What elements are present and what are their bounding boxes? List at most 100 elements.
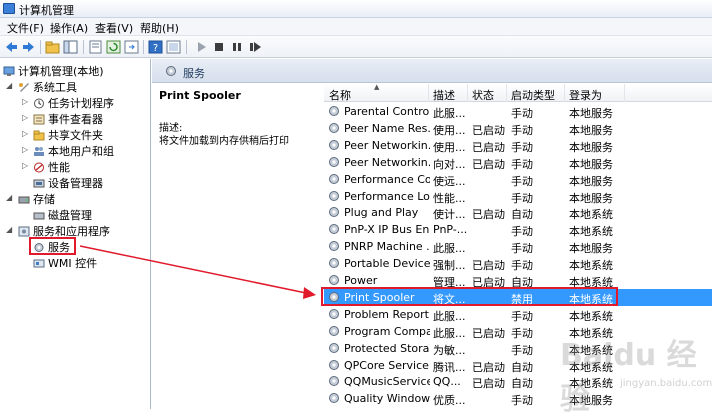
- services-apps-icon: [18, 226, 30, 237]
- cell-startup-type: 手动: [511, 157, 533, 171]
- services-highlight-box: [29, 237, 76, 255]
- cell-startup-type: 手动: [511, 394, 533, 408]
- gear-icon: [166, 66, 176, 76]
- cell-startup-type: 手动: [511, 242, 533, 256]
- service-row[interactable]: Performance Lo...性能... 手动 本地服务: [324, 188, 712, 205]
- print-spooler-highlight-box: [321, 287, 618, 306]
- service-row[interactable]: Performance Co...使远... 手动 本地服务: [324, 171, 712, 188]
- up-folder-icon[interactable]: [45, 40, 60, 54]
- cell-name: Peer Networkin...: [344, 155, 430, 169]
- tree-label: 本地用户和组: [48, 145, 114, 158]
- service-row[interactable]: PNRP Machine ... 此服... 手动 本地服务: [324, 238, 712, 255]
- cell-startup-type: 手动: [511, 225, 533, 239]
- wmi-icon: [33, 259, 45, 268]
- refresh-icon[interactable]: [106, 40, 121, 54]
- users-icon: [34, 147, 44, 156]
- clock-icon: [34, 98, 44, 109]
- tree-item-local-users[interactable]: 本地用户和组: [33, 143, 114, 158]
- tree-label: 共享文件夹: [48, 129, 103, 142]
- start-service-icon[interactable]: [194, 40, 209, 54]
- service-gear-icon: [329, 275, 339, 285]
- tree-item-disk-management[interactable]: 磁盘管理: [33, 207, 92, 222]
- tree-label: 系统工具: [33, 81, 77, 94]
- back-icon[interactable]: [4, 40, 19, 54]
- tree-item-wmi[interactable]: WMI 控件: [33, 255, 97, 270]
- column-description[interactable]: 描述: [433, 87, 455, 103]
- forward-icon[interactable]: [21, 40, 36, 54]
- menu-file[interactable]: 文件(F): [7, 20, 44, 36]
- content-header-title: 服务: [183, 67, 205, 80]
- pause-service-icon[interactable]: [230, 40, 245, 54]
- tree-item-storage[interactable]: 存储: [18, 191, 55, 206]
- column-status[interactable]: 状态: [472, 87, 494, 103]
- menu-view[interactable]: 查看(V): [95, 20, 133, 36]
- export-list-icon[interactable]: [124, 40, 139, 54]
- menu-help[interactable]: 帮助(H): [140, 20, 179, 36]
- cell-description: 性能...: [433, 191, 466, 205]
- sort-ascending-icon: ▲: [374, 84, 380, 91]
- tree-item-system-tools[interactable]: 系统工具: [18, 79, 77, 94]
- show-hide-tree-icon[interactable]: [63, 40, 78, 54]
- cell-description: 此服...: [433, 309, 466, 323]
- help-icon[interactable]: ?: [148, 40, 163, 54]
- cell-name: QQMusicService: [344, 375, 430, 389]
- tree-item-task-scheduler[interactable]: 任务计划程序: [33, 95, 114, 110]
- service-row[interactable]: Plug and Play 使计... 已启动 自动 本地系统: [324, 204, 712, 221]
- expand-arrow-icon[interactable]: ▷: [22, 129, 28, 138]
- service-row[interactable]: PnP-X IP Bus En...PnP-... 手动 本地系统: [324, 221, 712, 238]
- service-row[interactable]: Problem Report... 此服... 手动 本地系统: [324, 306, 712, 323]
- cell-startup-type: 手动: [511, 343, 533, 357]
- expand-arrow-icon[interactable]: ▷: [22, 145, 28, 154]
- watermark: Baidu 经验: [560, 338, 697, 417]
- column-name[interactable]: 名称: [329, 87, 351, 103]
- tree-item-device-manager[interactable]: 设备管理器: [33, 175, 103, 190]
- collapse-arrow-icon[interactable]: ◢: [6, 81, 12, 90]
- service-row[interactable]: Peer Name Res... 使用... 已启动 手动 本地服务: [324, 120, 712, 137]
- service-gear-icon: [329, 241, 339, 252]
- service-gear-icon: [329, 258, 339, 269]
- tree-item-event-viewer[interactable]: 事件查看器: [33, 111, 103, 126]
- cell-startup-type: 自动: [511, 208, 533, 222]
- cell-logon-as: 本地系统: [569, 208, 613, 222]
- expand-arrow-icon[interactable]: ▷: [22, 97, 28, 106]
- cell-startup-type: 手动: [511, 174, 533, 188]
- collapse-arrow-icon[interactable]: ◢: [6, 225, 12, 234]
- expand-arrow-icon[interactable]: ▷: [22, 113, 28, 122]
- column-logon-as[interactable]: 登录为: [569, 87, 602, 103]
- view-pane-icon[interactable]: [166, 40, 181, 54]
- disk-icon: [33, 212, 45, 220]
- cell-startup-type: 手动: [511, 259, 533, 273]
- cell-name: Power: [344, 274, 378, 287]
- expand-arrow-icon[interactable]: ▷: [22, 161, 28, 170]
- service-gear-icon: [329, 156, 339, 167]
- properties-icon[interactable]: [88, 40, 103, 54]
- collapse-arrow-icon[interactable]: ◢: [6, 193, 12, 202]
- cell-name: Performance Co...: [344, 172, 430, 186]
- cell-logon-as: 本地服务: [569, 191, 613, 205]
- cell-name: QPCore Service: [344, 358, 429, 372]
- tree-label: 磁盘管理: [48, 209, 92, 222]
- tree-item-services-apps[interactable]: 服务和应用程序: [18, 223, 110, 238]
- toolbar: ?: [0, 36, 712, 58]
- cell-startup-type: 手动: [511, 326, 533, 340]
- tree-item-root[interactable]: 计算机管理(本地): [3, 63, 104, 78]
- restart-service-icon[interactable]: [248, 40, 263, 54]
- menu-action[interactable]: 操作(A): [50, 20, 88, 36]
- stop-service-icon[interactable]: [212, 40, 227, 54]
- cell-startup-type: 手动: [511, 107, 533, 120]
- service-row[interactable]: Parental Controls 此服... 手动 本地服务: [324, 103, 712, 120]
- cell-description: 为敏...: [433, 343, 466, 357]
- service-gear-icon: [329, 139, 339, 150]
- service-row[interactable]: Peer Networkin... 使用... 已启动 手动 本地服务: [324, 137, 712, 154]
- tree-item-performance[interactable]: 性能: [33, 159, 70, 174]
- cell-logon-as: 本地系统: [569, 259, 613, 273]
- shared-folder-icon: [33, 130, 45, 141]
- cell-name: Protected Storage: [344, 341, 430, 355]
- service-row[interactable]: Portable Device ...强制...已启动手动本地系统: [324, 255, 712, 272]
- cell-startup-type: 手动: [511, 123, 533, 137]
- service-row[interactable]: Peer Networkin... 向对... 已启动 手动 本地服务: [324, 154, 712, 171]
- tree-item-shared-folders[interactable]: 共享文件夹: [33, 127, 103, 142]
- performance-icon: [34, 162, 44, 173]
- cell-name: Problem Report...: [344, 307, 430, 321]
- column-startup-type[interactable]: 启动类型: [511, 87, 555, 103]
